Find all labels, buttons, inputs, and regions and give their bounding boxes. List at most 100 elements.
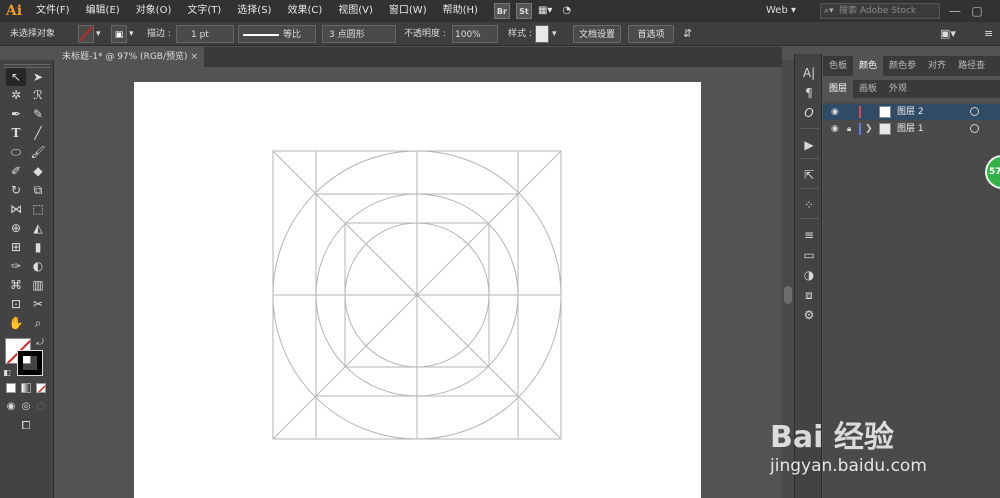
artboard[interactable] — [134, 82, 701, 498]
menu-type[interactable]: 文字(T) — [179, 0, 229, 22]
tab-color[interactable]: 颜色 — [853, 56, 884, 76]
brush-definition[interactable]: 3 点圆形 — [322, 25, 396, 43]
fill-dropdown-icon[interactable]: ▾ — [96, 25, 101, 43]
style-dropdown-icon[interactable]: ▾ — [552, 25, 557, 43]
character-panel-icon[interactable]: A| — [799, 64, 819, 82]
eraser-tool-icon[interactable]: ◆ — [28, 162, 48, 180]
gradient-panel-icon[interactable]: ▭ — [799, 246, 819, 264]
tab-align[interactable]: 对齐 — [922, 56, 952, 76]
shaper-tool-icon[interactable]: ✐ — [6, 162, 26, 180]
hand-tool-icon[interactable]: ✋ — [6, 314, 26, 332]
visibility-eye-icon[interactable]: ◉ — [831, 104, 839, 120]
menu-view[interactable]: 视图(V) — [330, 0, 381, 22]
expand-layer-icon[interactable]: ❯ — [865, 121, 873, 137]
column-graph-tool-icon[interactable]: ▥ — [28, 276, 48, 294]
scale-tool-icon[interactable]: ⧉ — [28, 181, 48, 199]
restore-button[interactable]: ▢ — [966, 0, 988, 22]
transparency-panel-icon[interactable]: ◑ — [799, 266, 819, 284]
symbols-panel-icon[interactable]: ⧈ — [799, 286, 819, 304]
opacity-label[interactable]: 不透明度 : — [404, 25, 446, 43]
lasso-tool-icon[interactable]: ℛ — [28, 86, 48, 104]
tab-color-guide[interactable]: 颜色参 — [883, 56, 922, 76]
stroke-color-box[interactable] — [17, 350, 43, 376]
libraries-panel-icon[interactable]: ⁘ — [799, 196, 819, 214]
document-tab[interactable]: 未标题-1* @ 97% (RGB/预览) × — [54, 47, 204, 67]
arrange-icon[interactable]: ⇵ — [683, 25, 692, 43]
curvature-tool-icon[interactable]: ✎ — [28, 105, 48, 123]
scrollbar-thumb[interactable] — [784, 286, 792, 304]
tab-pathfinder[interactable]: 路径查 — [952, 56, 991, 76]
artboard-tool-icon[interactable]: ⊡ — [6, 295, 26, 313]
selection-tool-icon[interactable]: ↖ — [6, 68, 26, 86]
gpu-performance-icon[interactable]: ◔ — [558, 0, 575, 22]
pen-tool-icon[interactable]: ✒ — [6, 105, 26, 123]
menu-window[interactable]: 窗口(W) — [381, 0, 435, 22]
line-tool-icon[interactable]: ╱ — [28, 124, 48, 142]
graphic-styles-panel-icon[interactable]: ⚙ — [799, 306, 819, 324]
panel-menu-icon[interactable]: ≡ — [984, 25, 993, 43]
export-panel-icon[interactable]: ⇱ — [799, 166, 819, 184]
perspective-grid-tool-icon[interactable]: ◭ — [28, 219, 48, 237]
document-setup-button[interactable]: 文档设置 — [573, 25, 621, 43]
zoom-tool-icon[interactable]: ⌕ — [28, 314, 48, 332]
layer-row[interactable]: ◉ 🔒︎ ❯ 图层 1 — [823, 121, 1000, 137]
gradient-tool-icon[interactable]: ▮ — [28, 238, 48, 256]
menu-file[interactable]: 文件(F) — [28, 0, 78, 22]
close-tab-icon[interactable]: × — [190, 47, 198, 67]
tab-layers[interactable]: 图层 — [823, 80, 854, 98]
menu-select[interactable]: 选择(S) — [229, 0, 279, 22]
canvas-area[interactable] — [54, 67, 782, 498]
variable-width-profile[interactable]: 等比 — [238, 25, 316, 43]
mesh-tool-icon[interactable]: ⊞ — [6, 238, 26, 256]
layer-target-icon[interactable] — [970, 107, 979, 116]
slice-tool-icon[interactable]: ✂ — [28, 295, 48, 313]
preferences-button[interactable]: 首选项 — [628, 25, 674, 43]
rotate-tool-icon[interactable]: ↻ — [6, 181, 26, 199]
tab-artboards[interactable]: 画板 — [853, 80, 883, 98]
graphic-style-swatch[interactable] — [535, 25, 549, 43]
layer-name[interactable]: 图层 2 — [897, 104, 924, 120]
layer-target-icon[interactable] — [970, 124, 979, 133]
bridge-button[interactable]: Br — [493, 3, 510, 19]
draw-inside-icon[interactable]: ◌ — [34, 398, 48, 416]
minimize-button[interactable]: — — [944, 0, 966, 22]
stock-button[interactable]: St — [515, 3, 532, 19]
menu-object[interactable]: 对象(O) — [128, 0, 180, 22]
draw-normal-icon[interactable]: ◉ — [4, 398, 18, 416]
shape-builder-tool-icon[interactable]: ⊕ — [6, 219, 26, 237]
color-mode-button[interactable] — [6, 383, 16, 393]
ellipse-tool-icon[interactable]: ⬭ — [6, 143, 26, 161]
paintbrush-tool-icon[interactable]: 🖌 — [28, 143, 48, 161]
width-tool-icon[interactable]: ⋈ — [6, 200, 26, 218]
free-transform-tool-icon[interactable]: ⬚ — [28, 200, 48, 218]
stroke-panel-icon[interactable]: ≡ — [799, 226, 819, 244]
lock-icon[interactable]: 🔒︎ — [847, 121, 851, 137]
menu-effect[interactable]: 效果(C) — [279, 0, 330, 22]
fill-swatch[interactable] — [78, 25, 94, 43]
eyedropper-tool-icon[interactable]: ✑ — [6, 257, 26, 275]
symbol-sprayer-tool-icon[interactable]: ⌘ — [6, 276, 26, 294]
arrange-documents-icon[interactable]: ▦▾ — [532, 0, 558, 22]
workspace-switcher[interactable]: Web ▾ — [766, 3, 816, 19]
magic-wand-tool-icon[interactable]: ✲ — [6, 86, 26, 104]
type-tool-icon[interactable]: T — [6, 124, 26, 142]
direct-selection-tool-icon[interactable]: ➤ — [28, 68, 48, 86]
screen-mode-icon[interactable]: ⧠ — [16, 417, 36, 435]
gradient-mode-button[interactable] — [21, 383, 31, 393]
blend-tool-icon[interactable]: ◐ — [28, 257, 48, 275]
draw-behind-icon[interactable]: ◎ — [19, 398, 33, 416]
opacity-field[interactable]: 100% — [452, 25, 498, 43]
stroke-weight-field[interactable]: 1 pt — [176, 25, 234, 43]
default-colors-icon[interactable]: ◧ — [2, 364, 12, 382]
stock-search-input[interactable]: ⌕▾ 搜索 Adobe Stock — [820, 3, 940, 19]
opentype-panel-icon[interactable]: O — [799, 104, 819, 122]
menu-help[interactable]: 帮助(H) — [435, 0, 486, 22]
menu-edit[interactable]: 编辑(E) — [78, 0, 128, 22]
tab-appearance[interactable]: 外观 — [883, 80, 913, 98]
none-mode-button[interactable] — [36, 383, 46, 393]
stroke-swatch[interactable]: ▣ — [111, 25, 127, 43]
layer-row[interactable]: ◉ 图层 2 — [823, 104, 1000, 120]
layer-name[interactable]: 图层 1 — [897, 121, 924, 137]
paragraph-panel-icon[interactable]: ¶ — [799, 84, 819, 102]
align-icon[interactable]: ▣▾ — [940, 25, 956, 43]
